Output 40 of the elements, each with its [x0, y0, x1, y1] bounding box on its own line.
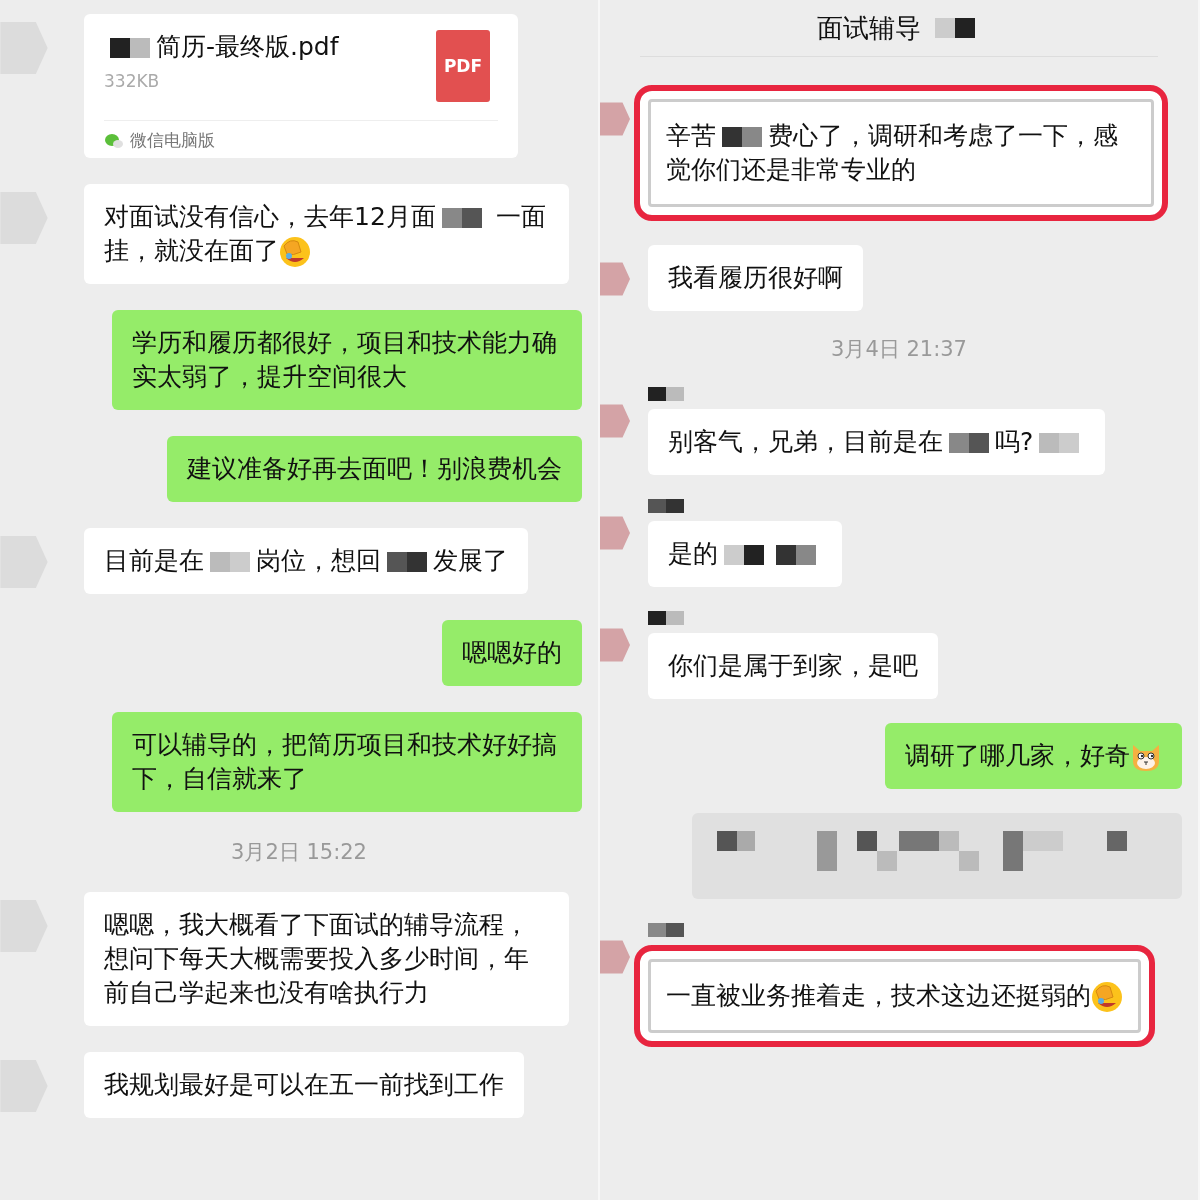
- message-bubble: 嗯嗯，我大概看了下面试的辅导流程，想问下每天大概需要投入多少时间，年前自己学起来也没有啥执行力: [84, 892, 569, 1026]
- pixel-redaction-icon: [441, 208, 482, 228]
- message-bubble: 学历和履历都很好，项目和技术能力确实太弱了，提升空间很大: [112, 310, 582, 410]
- pixel-redaction-icon: [935, 18, 975, 38]
- pixel-redaction-icon: [776, 545, 816, 565]
- pixel-redaction-icon: [722, 127, 762, 147]
- pixel-redaction-icon: [648, 499, 684, 513]
- timestamp: 3月4日 21:37: [830, 336, 968, 363]
- message-bubble: 我规划最好是可以在五一前找到工作: [84, 1052, 524, 1118]
- pixel-redaction-icon: [648, 387, 684, 401]
- pixel-redaction-icon: [387, 552, 427, 572]
- pixel-redaction-icon: [648, 611, 684, 625]
- file-name: 简历-最终版.pdf: [104, 30, 339, 63]
- pixel-redaction-icon: [949, 433, 989, 453]
- pixel-redaction-icon: [1039, 433, 1080, 453]
- pixel-redaction-icon: [210, 552, 250, 572]
- chat-bubbles-icon: [104, 132, 124, 149]
- message-bubble: 你们是属于到家，是吧: [648, 633, 938, 699]
- message-bubble: 辛苦 费心了，调研和考虑了一下，感觉你们还是非常专业的: [634, 85, 1168, 221]
- pixel-redaction-icon: [724, 545, 764, 565]
- message-bubble: 别客气，兄弟，目前是在 吗?: [648, 409, 1106, 475]
- pixel-redaction-icon: [110, 38, 150, 58]
- file-card[interactable]: 简历-最终版.pdf 332KB PDF 微信电脑版: [84, 14, 518, 158]
- message-bubble: 对面试没有信心，去年12月面 一面挂，就没在面了: [84, 184, 569, 284]
- message-bubble: 一直被业务推着走，技术这边还挺弱的: [634, 945, 1155, 1047]
- message-bubble: 可以辅导的，把简历项目和技术好好搞下，自信就来了: [112, 712, 582, 812]
- facepalm-emoji-icon: [1091, 981, 1123, 1013]
- message-bubble: 调研了哪几家，好奇: [885, 723, 1182, 789]
- file-size: 332KB: [104, 71, 161, 91]
- facepalm-emoji-icon: [279, 236, 311, 268]
- message-bubble: 嗯嗯好的: [442, 620, 582, 686]
- message-bubble: 目前是在 岗位，想回 发展了: [84, 528, 528, 594]
- message-bubble: 建议准备好再去面吧！别浪费机会: [167, 436, 582, 502]
- timestamp: 3月2日 15:22: [230, 839, 368, 866]
- chat-title: 面试辅导: [640, 0, 1158, 57]
- message-bubble: 我看履历很好啊: [648, 245, 863, 311]
- message-bubble: 是的: [648, 521, 842, 587]
- source-label: 微信电脑版: [130, 129, 215, 152]
- pdf-file-icon: PDF: [436, 30, 490, 102]
- pixel-redaction-icon: [648, 923, 684, 937]
